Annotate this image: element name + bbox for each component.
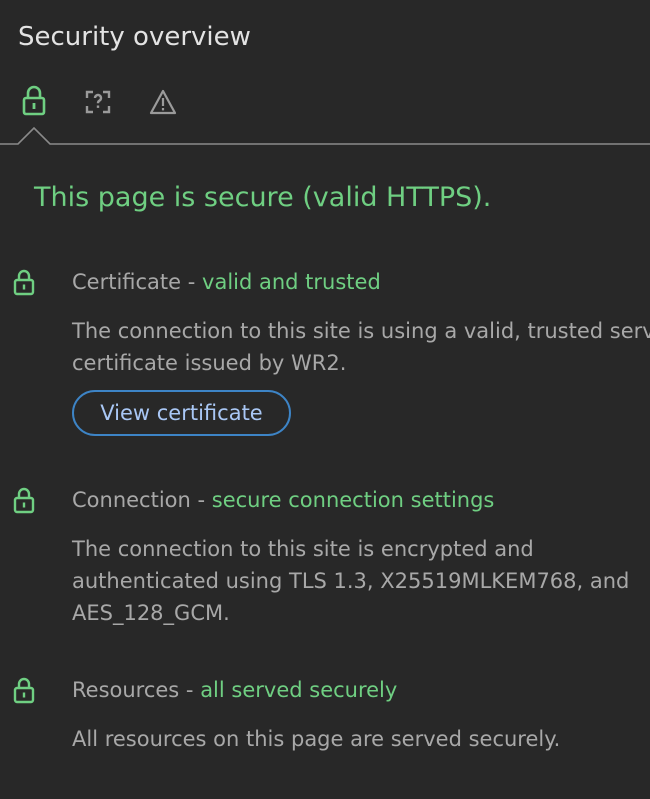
certificate-label: Certificate [72,270,182,294]
certificate-heading: Certificate - valid and trusted [72,270,381,294]
view-certificate-button[interactable]: View certificate [72,390,291,436]
description-line: certificate issued by WR2. [72,351,347,375]
lock-icon [13,487,35,514]
lock-icon [13,677,35,704]
resources-description: All resources on this page are served se… [72,723,560,755]
separator: - [179,678,201,702]
tab-warning[interactable] [148,84,178,118]
certificate-description: The connection to this site is using a v… [72,315,650,379]
description-line: The connection to this site is encrypted… [72,537,534,561]
lock-icon [22,85,46,116]
unknown-security-icon [85,90,111,114]
connection-status: secure connection settings [211,488,495,512]
security-tabs [0,80,650,150]
security-summary-headline: This page is secure (valid HTTPS). [34,182,492,213]
description-line: authenticated using TLS 1.3, X25519MLKEM… [72,569,630,593]
tab-unknown[interactable] [84,84,112,118]
resources-status: all served securely [200,678,398,702]
separator: - [181,270,203,294]
lock-icon [13,269,35,296]
page-title: Security overview [18,22,251,52]
separator: - [190,488,212,512]
resources-label: Resources [72,678,180,702]
tab-secure[interactable] [20,84,48,118]
connection-label: Connection [72,488,191,512]
resources-heading: Resources - all served securely [72,678,397,702]
description-line: All resources on this page are served se… [72,727,561,751]
connection-description: The connection to this site is encrypted… [72,533,629,629]
description-line: AES_128_GCM. [72,601,230,625]
warning-icon [149,89,177,115]
connection-heading: Connection - secure connection settings [72,488,494,512]
description-line: The connection to this site is using a v… [72,319,650,343]
certificate-status: valid and trusted [202,270,381,294]
